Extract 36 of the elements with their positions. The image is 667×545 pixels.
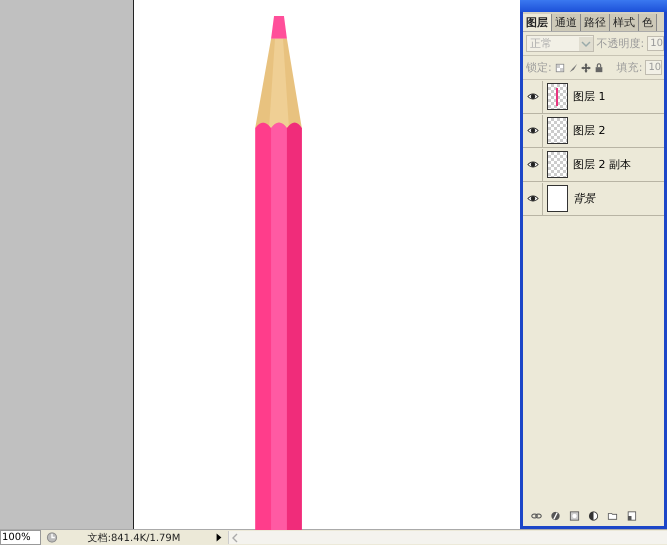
move-icon[interactable] bbox=[580, 62, 591, 72]
new-layer-icon[interactable] bbox=[626, 510, 637, 520]
panel-tab[interactable]: 色 bbox=[639, 14, 657, 31]
lock-icon[interactable] bbox=[594, 62, 604, 72]
zoom-field[interactable]: 100% bbox=[0, 530, 41, 545]
layer-row[interactable]: 图层 2 bbox=[523, 114, 664, 148]
layer-name: 图层 1 bbox=[573, 89, 606, 104]
layer-name: 图层 2 副本 bbox=[573, 157, 631, 172]
play-icon[interactable] bbox=[215, 532, 223, 543]
brush-icon[interactable] bbox=[568, 62, 578, 72]
caret-icon bbox=[578, 36, 593, 50]
panel-tab[interactable]: 通道 bbox=[552, 14, 581, 31]
eye-icon[interactable] bbox=[526, 126, 538, 135]
clock-icon[interactable] bbox=[45, 531, 59, 544]
layer-row[interactable]: 图层 1 bbox=[523, 80, 664, 114]
eye-icon[interactable] bbox=[526, 160, 538, 169]
lock-label: 锁定: bbox=[526, 60, 552, 75]
layer-row[interactable]: 背景 bbox=[523, 182, 664, 216]
panel-tab[interactable]: 样式 bbox=[610, 14, 639, 31]
layer-name: 图层 2 bbox=[573, 123, 606, 138]
lock-transparency-icon[interactable] bbox=[554, 62, 565, 72]
panel-tab[interactable]: 图层 bbox=[523, 14, 552, 31]
horizontal-scrollbar[interactable] bbox=[228, 531, 667, 544]
panel-tab[interactable]: 路径 bbox=[581, 14, 610, 31]
folder-icon[interactable] bbox=[607, 510, 618, 520]
adjustment-icon[interactable] bbox=[588, 510, 599, 520]
document-info: 文档:841.4K/1.79M bbox=[86, 532, 182, 544]
eye-icon[interactable] bbox=[526, 92, 538, 101]
layer-style-icon[interactable] bbox=[550, 510, 561, 520]
layer-row[interactable]: 图层 2 副本 bbox=[523, 148, 664, 182]
opacity-label: 不透明度: bbox=[596, 36, 644, 51]
link-icon[interactable] bbox=[531, 510, 542, 520]
eye-icon[interactable] bbox=[526, 194, 538, 203]
layer-name: 背景 bbox=[573, 191, 595, 206]
mask-icon[interactable] bbox=[569, 510, 580, 520]
fill-label: 填充: bbox=[616, 60, 642, 75]
